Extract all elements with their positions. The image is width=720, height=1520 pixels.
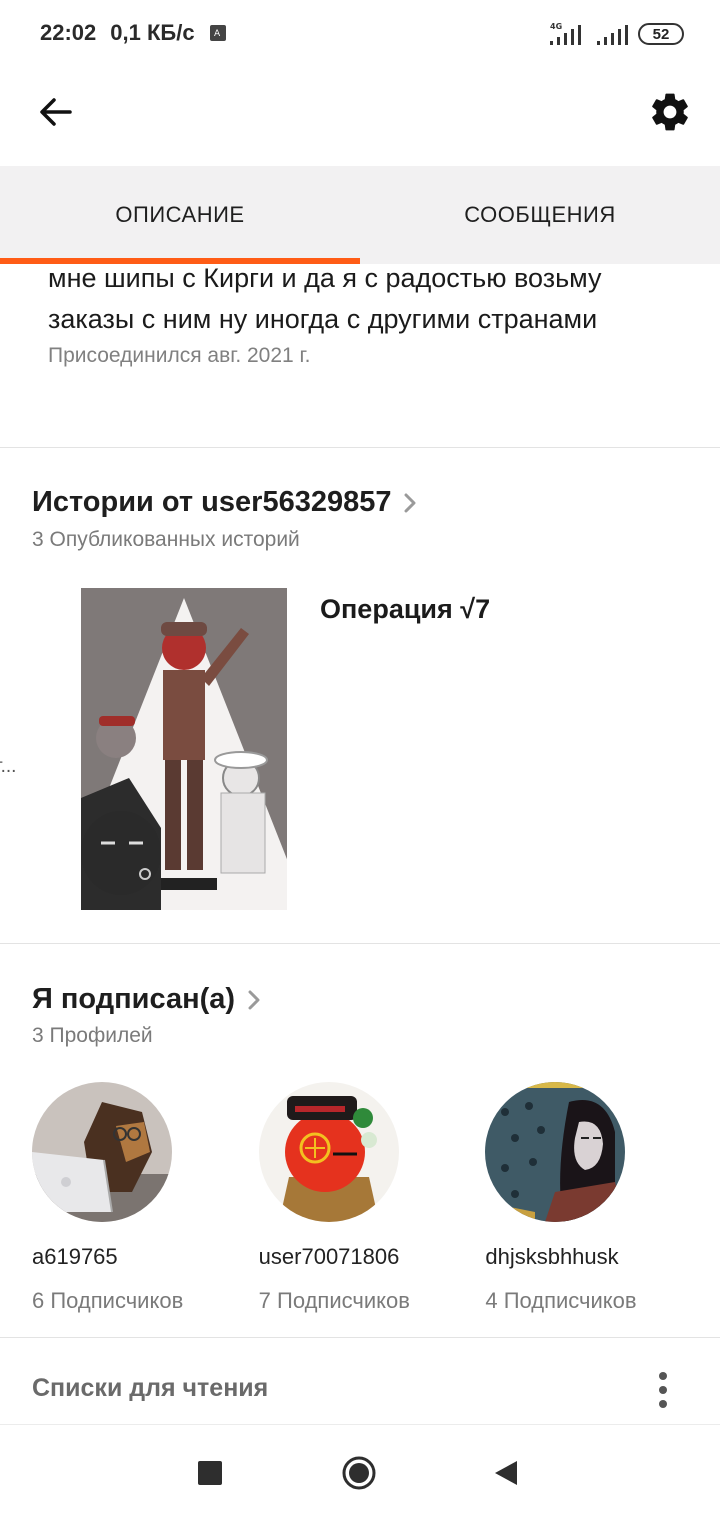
tab-description[interactable]: ОПИСАНИЕ	[0, 166, 360, 264]
profile-description: мне шипы с Кирги и да я с радостью возьм…	[48, 258, 688, 368]
home-icon[interactable]	[341, 1455, 377, 1491]
divider	[0, 447, 720, 448]
translate-icon: A	[209, 25, 226, 41]
tab-messages[interactable]: СООБЩЕНИЯ	[360, 166, 720, 264]
stories-title: Истории от user56329857	[32, 486, 392, 518]
description-line: мне шипы с Кирги и да я с радостью возьм…	[48, 263, 602, 293]
battery-indicator: 52	[638, 23, 684, 45]
following-count: 3 Профилей	[32, 1024, 153, 1047]
joined-date: Присоединился авг. 2021 г.	[48, 344, 311, 367]
status-time: 22:02	[40, 20, 97, 45]
status-bar: 22:02 0,1 КБ/с A 4G 52	[0, 0, 720, 70]
profile-followers: 7 Подписчиков	[258, 1288, 410, 1313]
story-cover-image	[81, 588, 287, 910]
stories-section-title[interactable]: Истории от user56329857	[32, 486, 417, 519]
following-profiles: a619765 6 Подписчиков user70071806 7 Под…	[32, 1082, 712, 1314]
stories-count: 3 Опубликованных историй	[32, 528, 300, 551]
chevron-right-icon	[248, 990, 260, 1009]
story-cover[interactable]	[81, 588, 287, 910]
avatar	[485, 1082, 626, 1222]
signal-4g-icon: 4G	[550, 22, 581, 45]
following-title: Я подписан(а)	[32, 983, 236, 1015]
profile-followers: 4 Подписчиков	[485, 1288, 637, 1313]
status-network-speed: 0,1 КБ/с	[110, 20, 195, 45]
profile-followers: 6 Подписчиков	[32, 1288, 184, 1313]
arrow-back-icon[interactable]	[36, 92, 76, 132]
back-triangle-icon[interactable]	[493, 1459, 519, 1487]
reading-lists-title[interactable]: Списки для чтения	[32, 1374, 268, 1403]
following-section-title[interactable]: Я подписан(а)	[32, 983, 261, 1016]
recent-apps-icon[interactable]	[198, 1461, 222, 1485]
gear-icon[interactable]	[648, 90, 692, 134]
chevron-right-icon	[404, 493, 416, 512]
previous-story-fragment[interactable]: т...	[0, 756, 16, 778]
story-title[interactable]: Операция √7	[320, 594, 490, 625]
status-right: 4G 52	[548, 22, 684, 46]
status-left: 22:02 0,1 КБ/с A	[40, 20, 227, 46]
system-nav-bar	[0, 1424, 720, 1520]
profile-card[interactable]: user70071806 7 Подписчиков	[258, 1082, 486, 1314]
profile-name: a619765	[32, 1244, 118, 1269]
avatar	[258, 1082, 399, 1222]
signal-icon	[597, 25, 628, 45]
divider	[0, 943, 720, 944]
divider	[0, 1337, 720, 1338]
description-line: заказы с ним ну иногда с другими странам…	[48, 304, 598, 334]
app-bar	[0, 70, 720, 166]
profile-tabs: ОПИСАНИЕ СООБЩЕНИЯ	[0, 166, 720, 264]
svg-text:4G: 4G	[550, 22, 562, 31]
avatar	[32, 1082, 172, 1222]
profile-card[interactable]: dhjsksbhhusk 4 Подписчиков	[485, 1082, 712, 1314]
svg-text:A: A	[214, 29, 221, 39]
profile-name: user70071806	[258, 1244, 400, 1269]
profile-name: dhjsksbhhusk	[485, 1244, 619, 1269]
more-vertical-icon[interactable]	[650, 1370, 676, 1410]
profile-card[interactable]: a619765 6 Подписчиков	[32, 1082, 259, 1314]
